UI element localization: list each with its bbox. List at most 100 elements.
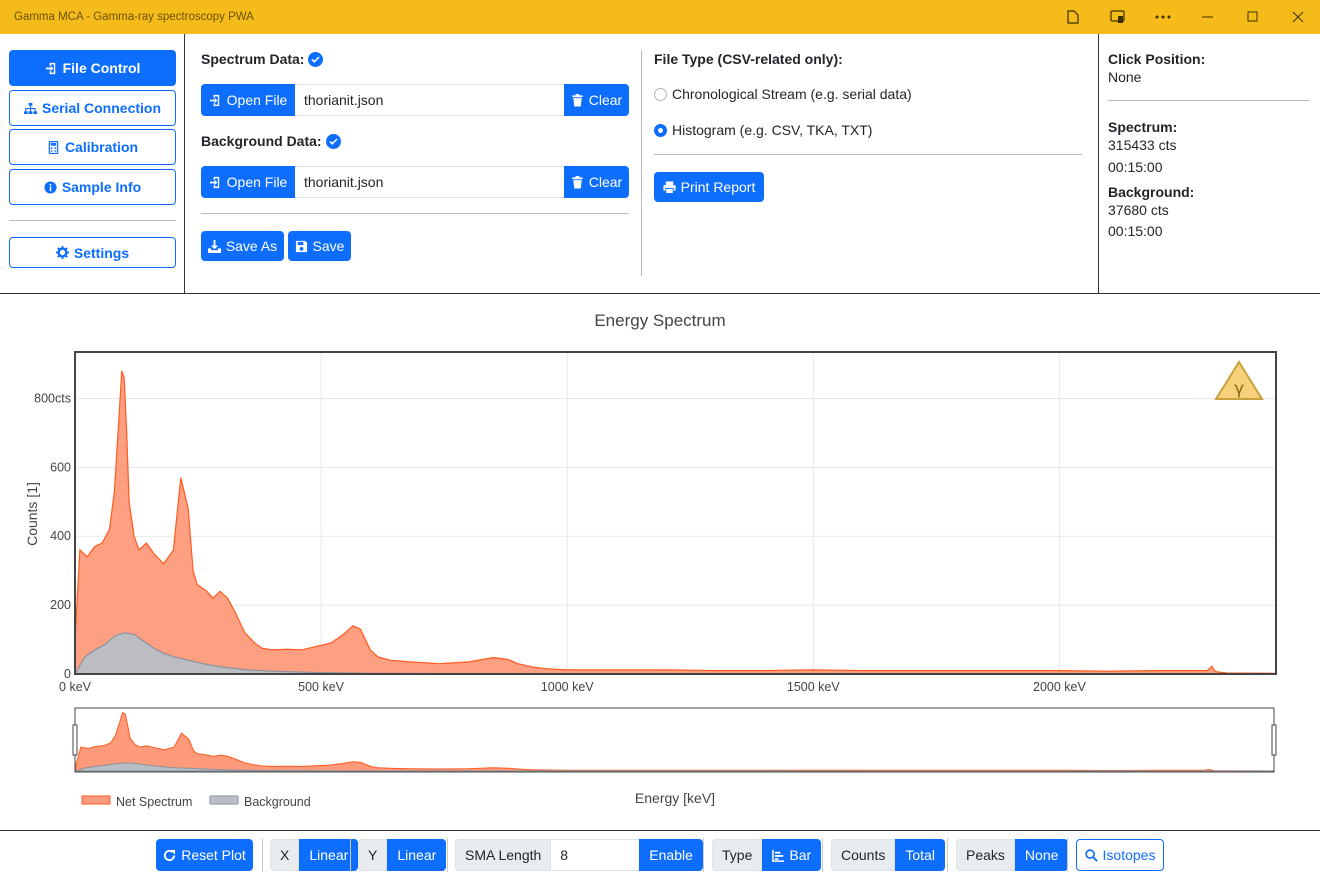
background-open-button[interactable]: Open File: [201, 166, 295, 198]
chart-area: Energy Spectrum 0 keV 500 keV 1000 keV 1500…: [0, 294, 1320, 830]
type-group: Type Bar: [712, 839, 822, 871]
spectrum-file-group: Open File thorianit.json Clear: [201, 84, 629, 116]
isotopes-label: Isotopes: [1102, 847, 1156, 863]
title-bar: Gamma MCA - Gamma-ray spectroscopy PWA: [0, 0, 1320, 34]
background-legend-swatch: [209, 795, 239, 805]
background-filename: thorianit.json: [295, 166, 564, 198]
page-icon[interactable]: [1050, 0, 1095, 34]
file-import-icon: [209, 94, 219, 106]
net-spectrum-preview-area: [75, 711, 1274, 772]
background-info-label: Background:: [1108, 184, 1195, 200]
settings-button[interactable]: Settings: [9, 237, 176, 268]
trash-icon: [572, 175, 583, 189]
type-button[interactable]: Bar: [762, 839, 822, 871]
sma-group: SMA Length 8 Enable: [455, 839, 703, 871]
counts-button[interactable]: Total: [895, 839, 945, 871]
toolbar-divider: [947, 838, 948, 872]
spectrum-filename: thorianit.json: [295, 84, 564, 116]
settings-label: Settings: [73, 244, 130, 261]
y-tick-label: 0: [64, 667, 71, 681]
chart-title: Energy Spectrum: [594, 311, 725, 330]
energy-spectrum-chart[interactable]: Energy Spectrum 0 keV 500 keV 1000 keV 1500…: [0, 294, 1320, 830]
spectrum-info-label: Spectrum:: [1108, 119, 1178, 135]
background-clear-button[interactable]: Clear: [564, 166, 629, 198]
reset-plot-button[interactable]: Reset Plot: [156, 839, 253, 871]
grid: [75, 352, 1276, 674]
calibration-label: Calibration: [64, 139, 139, 155]
download-icon: [207, 239, 221, 253]
close-icon[interactable]: [1275, 0, 1320, 34]
range-slider-preview: [75, 711, 1274, 772]
toolbar-divider: [350, 838, 351, 872]
maximize-icon[interactable]: [1230, 0, 1275, 34]
save-as-label: Save As: [225, 238, 278, 254]
isotopes-button[interactable]: Isotopes: [1076, 839, 1164, 871]
spectrum-open-label: Open File: [226, 92, 288, 108]
network-icon: [23, 102, 37, 114]
left-nav: File Control Serial Connection Calibrati…: [0, 34, 185, 294]
refresh-icon: [164, 849, 176, 861]
serial-connection-label: Serial Connection: [41, 100, 162, 116]
save-as-button[interactable]: Save As: [201, 231, 284, 261]
file-import-icon: [45, 62, 55, 74]
spectrum-clear-button[interactable]: Clear: [564, 84, 629, 116]
sma-label: SMA Length: [455, 839, 552, 871]
check-circle-icon: [308, 51, 324, 67]
serial-connection-button[interactable]: Serial Connection: [9, 90, 176, 126]
background-data-heading: Background Data:: [201, 133, 341, 149]
bar-chart-icon: [772, 849, 785, 862]
radio-button[interactable]: [654, 87, 667, 101]
save-label: Save: [312, 238, 345, 254]
toolbar-divider: [262, 838, 263, 872]
radio-chronological[interactable]: Chronological Stream (e.g. serial data): [654, 86, 912, 102]
file-type-divider: [654, 154, 1082, 155]
file-control-button[interactable]: File Control: [9, 50, 176, 86]
net-spectrum-legend-swatch: [81, 795, 111, 805]
net-spectrum-legend-label: Net Spectrum: [116, 795, 192, 809]
minimize-icon[interactable]: [1185, 0, 1230, 34]
sma-length-input[interactable]: 8: [551, 839, 640, 871]
more-icon[interactable]: [1140, 0, 1185, 34]
sample-info-button[interactable]: Sample Info: [9, 169, 176, 205]
x-scale-label: X: [270, 839, 300, 871]
y-tick-label: 400: [50, 529, 71, 543]
click-position-value: None: [1108, 69, 1142, 85]
range-slider-left-handle[interactable]: [72, 724, 78, 756]
sma-enable-button[interactable]: Enable: [639, 839, 703, 871]
x-tick-label: 1500 keV: [787, 680, 840, 694]
check-circle-icon: [325, 133, 341, 149]
range-slider-right-handle[interactable]: [1271, 724, 1277, 756]
y-scale-label: Y: [358, 839, 388, 871]
cast-icon[interactable]: [1095, 0, 1140, 34]
print-report-button[interactable]: Print Report: [654, 172, 764, 202]
radio-button-selected[interactable]: [654, 123, 667, 137]
background-clear-label: Clear: [588, 174, 623, 190]
toolbar-divider: [447, 838, 448, 872]
click-position-label: Click Position:: [1108, 51, 1206, 67]
radio-chronological-label: Chronological Stream (e.g. serial data): [672, 86, 912, 102]
radio-histogram[interactable]: Histogram (e.g. CSV, TKA, TXT): [654, 122, 872, 138]
net-spectrum-area: [74, 370, 1277, 675]
info-divider: [1108, 100, 1310, 101]
sample-info-label: Sample Info: [61, 179, 142, 195]
calibration-button[interactable]: Calibration: [9, 129, 176, 165]
type-label: Type: [712, 839, 763, 871]
background-file-group: Open File thorianit.json Clear: [201, 166, 629, 198]
peaks-button[interactable]: None: [1014, 839, 1069, 871]
x-axis-label: Energy [keV]: [635, 790, 715, 806]
x-tick-label: 1000 keV: [541, 680, 594, 694]
print-report-label: Print Report: [680, 179, 756, 195]
x-tick-label: 2000 keV: [1033, 680, 1086, 694]
y-tick-label: 800cts: [34, 391, 71, 405]
spectrum-open-button[interactable]: Open File: [201, 84, 295, 116]
spectrum-data-label: Spectrum Data:: [201, 51, 305, 67]
peaks-label: Peaks: [956, 839, 1015, 871]
save-button[interactable]: Save: [288, 231, 351, 261]
spectrum-clear-label: Clear: [588, 92, 623, 108]
x-tick-label: 500 keV: [298, 680, 345, 694]
spectrum-time: 00:15:00: [1108, 159, 1163, 175]
calculator-icon: [48, 140, 59, 154]
range-slider[interactable]: [74, 707, 1275, 773]
y-scale-button[interactable]: Linear: [387, 839, 447, 871]
y-tick-label: 600: [50, 460, 71, 474]
